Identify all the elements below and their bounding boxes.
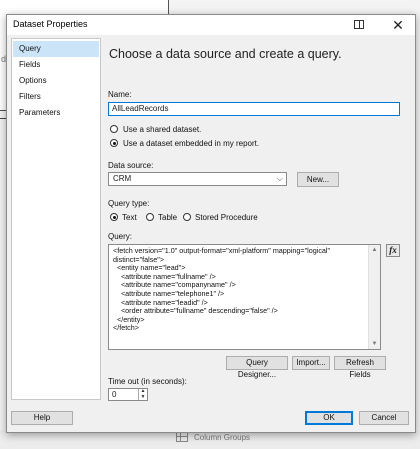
radio-embedded-label: Use a dataset embedded in my report.: [123, 139, 260, 148]
timeout-label: Time out (in seconds):: [108, 377, 187, 386]
query-page: Choose a data source and create a query.…: [103, 38, 411, 401]
refresh-fields-button[interactable]: Refresh Fields: [334, 356, 386, 379]
sidebar-item-parameters[interactable]: Parameters: [13, 105, 99, 121]
query-editor[interactable]: <fetch version="1.0" output-format="xml-…: [108, 244, 381, 350]
import-button[interactable]: Import...: [292, 356, 330, 370]
ok-button[interactable]: OK: [305, 411, 353, 425]
data-source-value: CRM: [113, 174, 132, 183]
page-title: Choose a data source and create a query.: [109, 47, 342, 61]
scroll-down-icon[interactable]: ▼: [369, 339, 380, 349]
sidebar-item-filters[interactable]: Filters: [13, 89, 99, 105]
column-groups-header: Column Groups: [176, 432, 250, 442]
radio-shared-dataset[interactable]: [110, 125, 118, 133]
close-icon[interactable]: ✕: [387, 16, 409, 34]
chevron-down-icon: ⌵: [276, 174, 283, 183]
radio-query-type-text[interactable]: [110, 213, 118, 221]
query-scrollbar[interactable]: ▲ ▼: [368, 245, 380, 349]
new-datasource-button[interactable]: New...: [297, 172, 339, 187]
radio-embedded-dataset[interactable]: [110, 139, 118, 147]
query-text[interactable]: <fetch version="1.0" output-format="xml-…: [113, 246, 367, 333]
cancel-button[interactable]: Cancel: [359, 411, 409, 425]
grid-icon: [176, 432, 188, 442]
sidebar-item-fields[interactable]: Fields: [13, 57, 99, 73]
timeout-value: 0: [112, 390, 117, 399]
radio-query-type-stored-procedure[interactable]: [183, 213, 191, 221]
data-source-select[interactable]: CRM ⌵: [108, 172, 287, 186]
column-groups-label: Column Groups: [194, 432, 251, 442]
dialog-title: Dataset Properties: [13, 19, 88, 29]
query-label: Query:: [108, 232, 133, 241]
title-bar: Dataset Properties ✕: [7, 15, 415, 35]
radio-query-type-table[interactable]: [146, 213, 154, 221]
help-button[interactable]: Help: [11, 411, 73, 425]
name-field[interactable]: AllLeadRecords: [108, 102, 400, 116]
dataset-properties-dialog: Dataset Properties ✕ Query Fields Option…: [6, 14, 416, 433]
sidebar-nav: Query Fields Options Filters Parameters: [11, 38, 101, 400]
sidebar-item-options[interactable]: Options: [13, 73, 99, 89]
scroll-up-icon[interactable]: ▲: [369, 245, 380, 255]
data-source-label: Data source:: [108, 161, 154, 170]
timeout-stepper[interactable]: 0 ▲ ▼: [108, 388, 148, 401]
radio-shared-label: Use a shared dataset.: [123, 125, 202, 134]
query-designer-button[interactable]: Query Designer...: [226, 356, 288, 379]
sidebar-item-query[interactable]: Query: [13, 41, 99, 57]
expression-fx-button[interactable]: fx: [386, 244, 400, 257]
restore-window-icon[interactable]: [354, 20, 364, 29]
query-type-table-label: Table: [158, 213, 178, 222]
spin-arrows-icon[interactable]: ▲ ▼: [138, 388, 147, 400]
query-type-stored-procedure-label: Stored Procedure: [195, 213, 258, 222]
query-type-label: Query type:: [108, 199, 150, 208]
name-label: Name:: [108, 90, 132, 99]
query-type-text-label: Text: [122, 213, 137, 222]
